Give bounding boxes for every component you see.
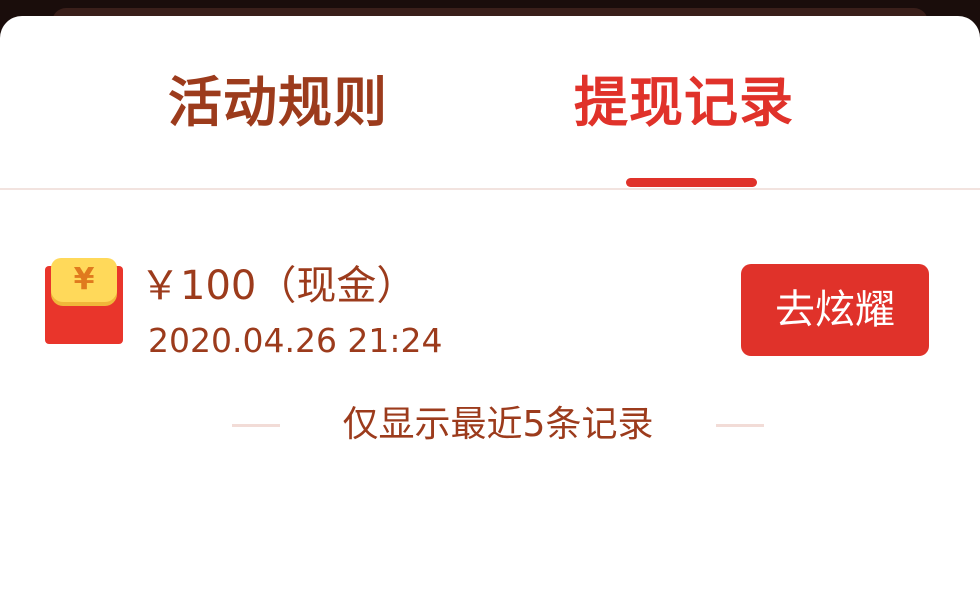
tab-bar: 活动规则 提现记录 — [0, 16, 980, 190]
tab-withdraw-records[interactable]: 提现记录 — [574, 68, 794, 138]
record-amount: ￥100（现金） — [140, 263, 417, 309]
footnote-divider-left — [232, 424, 280, 427]
withdraw-record-item: ¥ ￥100（现金） 2020.04.26 21:24 去炫耀 — [0, 190, 980, 370]
records-footnote: 仅显示最近5条记录 — [0, 402, 980, 448]
footnote-text: 仅显示最近5条记录 — [342, 404, 654, 445]
tab-activity-rules[interactable]: 活动规则 — [168, 68, 388, 138]
show-off-button[interactable]: 去炫耀 — [741, 264, 929, 356]
active-tab-indicator — [626, 178, 757, 187]
red-envelope-icon: ¥ — [45, 258, 123, 344]
envelope-currency-sign: ¥ — [73, 262, 95, 297]
records-panel: 活动规则 提现记录 ¥ ￥100（现金） 2020.04.26 21:24 去炫… — [0, 16, 980, 612]
record-date: 2020.04.26 21:24 — [148, 321, 443, 360]
footnote-divider-right — [716, 424, 764, 427]
